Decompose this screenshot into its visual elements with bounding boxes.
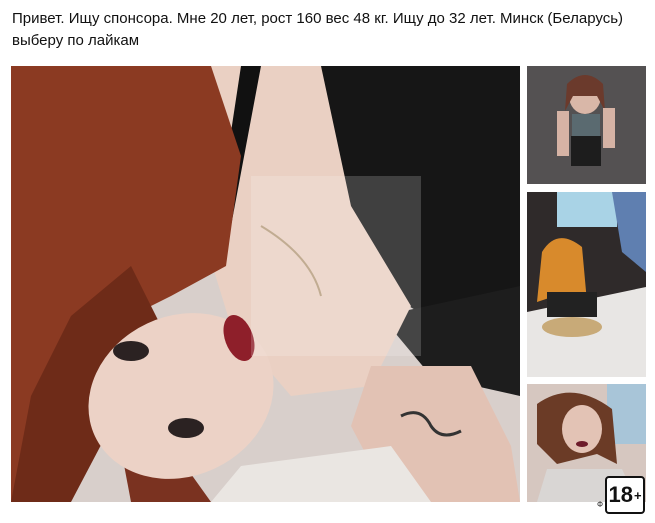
thumbnail-photo-1[interactable] bbox=[527, 66, 646, 184]
age-18-badge: 18 + bbox=[605, 476, 645, 514]
thumbnail-1-illustration bbox=[527, 66, 646, 184]
corner-mark: Ф bbox=[597, 500, 604, 509]
main-photo[interactable] bbox=[11, 66, 520, 502]
thumbnail-photo-2[interactable] bbox=[527, 192, 646, 377]
age-18-plus: + bbox=[633, 487, 642, 503]
thumbnail-2-illustration bbox=[527, 192, 646, 377]
main-photo-illustration bbox=[11, 66, 520, 502]
post-text: Привет. Ищу спонсора. Мне 20 лет, рост 1… bbox=[12, 10, 624, 49]
age-18-number: 18 bbox=[608, 482, 633, 507]
